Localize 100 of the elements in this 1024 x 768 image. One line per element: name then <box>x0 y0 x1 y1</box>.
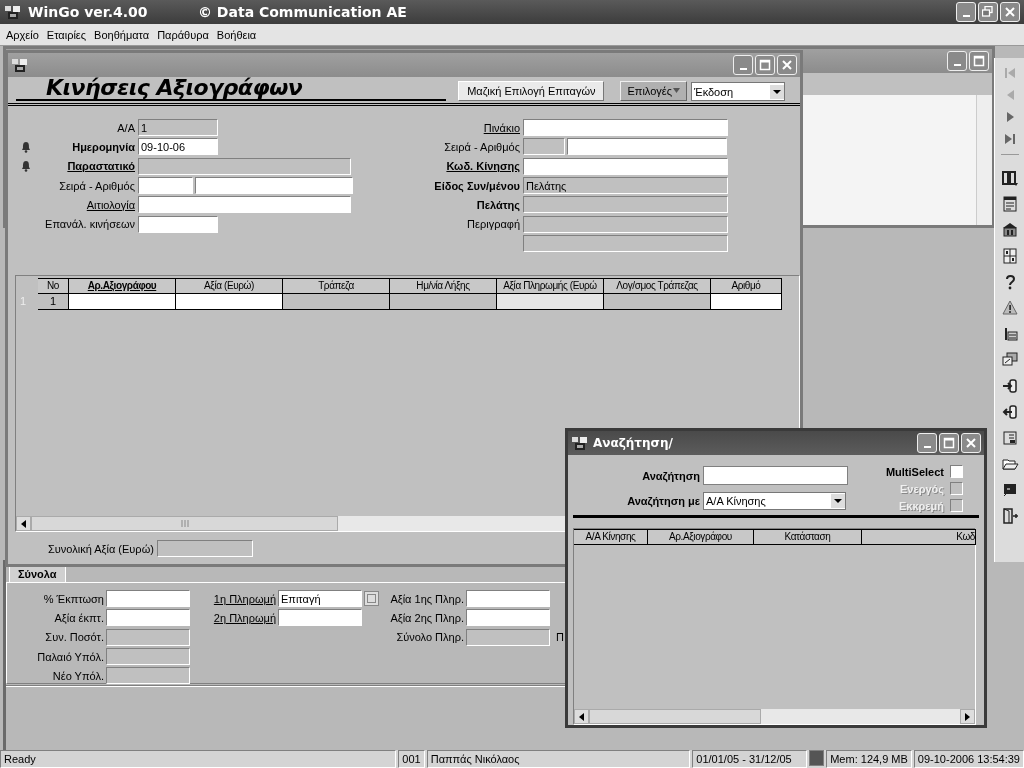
input-field[interactable] <box>466 628 550 646</box>
maximize-button[interactable] <box>755 55 775 75</box>
scrollbar[interactable] <box>574 709 975 724</box>
bell-icon <box>21 140 31 153</box>
mass-select-button[interactable]: Μαζική Επιλογή Επιταγών <box>458 81 605 101</box>
column-header[interactable]: No <box>38 278 69 295</box>
print-select[interactable]: Έκδοση <box>691 82 785 101</box>
column-header[interactable]: Αξία Πληρωμής (Ευρώ <box>497 278 604 295</box>
input-field[interactable] <box>138 177 193 195</box>
search-field[interactable] <box>703 466 848 485</box>
door-icon[interactable] <box>1001 507 1019 525</box>
close-button[interactable] <box>777 55 797 75</box>
column-header[interactable]: Λογ/σμος Τράπεζας <box>604 278 711 295</box>
input-field[interactable] <box>106 648 190 666</box>
close-button[interactable] <box>961 433 981 453</box>
input-field[interactable] <box>138 157 351 175</box>
column-header[interactable]: Κατάσταση <box>754 529 862 545</box>
column-header[interactable]: Α/Α Κίνησης <box>574 529 648 545</box>
form-heading: Κινήσεις Αξιογράφων <box>16 77 446 101</box>
field-label: Σειρά - Αριθμός <box>443 140 520 153</box>
restore-button[interactable] <box>978 2 998 22</box>
input-field[interactable] <box>523 157 728 175</box>
field-label: Συνολική Αξία (Ευρώ) <box>48 542 154 555</box>
app-subtitle: © Data Communication AE <box>198 4 407 20</box>
input-field[interactable] <box>523 215 728 233</box>
list-icon[interactable] <box>1001 195 1019 213</box>
options-button[interactable]: Επιλογές <box>620 81 687 101</box>
input-field[interactable] <box>195 177 353 195</box>
enter-icon[interactable] <box>1001 377 1019 395</box>
input-field[interactable]: 09-10-06 <box>138 138 218 156</box>
field-link[interactable]: Πινάκιο <box>425 121 520 134</box>
field-label: Α/Α <box>116 121 135 134</box>
building-icon[interactable] <box>1001 221 1019 239</box>
field-link[interactable]: 2η Πληρωμή <box>212 611 276 624</box>
lookup-button[interactable] <box>364 591 379 607</box>
field-link[interactable]: Κωδ. Κίνησης <box>425 160 520 173</box>
caret-icon <box>770 84 784 99</box>
maximize-icon <box>973 55 985 67</box>
minimize-button[interactable] <box>956 2 976 22</box>
search-by-select[interactable]: Α/Α Κίνησης <box>703 491 846 510</box>
checkbox-label: Ενεργός <box>898 482 944 495</box>
column-header[interactable]: Αριθμό <box>711 278 782 295</box>
field-link[interactable]: Παραστατικό <box>39 160 135 173</box>
calculator-icon[interactable] <box>1001 247 1019 265</box>
field-label: Αξία έκπτ. <box>53 611 104 624</box>
input-field[interactable] <box>106 609 190 627</box>
field-label: Παλαιό Υπόλ. <box>36 650 104 663</box>
input-field[interactable] <box>523 138 565 156</box>
maximize-button[interactable] <box>939 433 959 453</box>
input-field[interactable] <box>523 119 728 137</box>
scrollbar[interactable] <box>976 95 992 225</box>
field-label: Αναζήτηση με <box>626 494 700 507</box>
field-link[interactable]: 1η Πληρωμή <box>212 592 276 605</box>
menu-item[interactable]: Αρχείο <box>2 28 43 41</box>
input-field[interactable] <box>523 196 728 214</box>
input-field[interactable] <box>567 138 727 156</box>
table-cell[interactable] <box>69 294 176 311</box>
input-field[interactable] <box>106 590 190 608</box>
table-cell[interactable] <box>711 294 782 311</box>
grip-icon <box>180 520 189 528</box>
field-label: Συν. Ποσότ. <box>44 631 104 644</box>
close-button[interactable] <box>1000 2 1020 22</box>
minimize-button[interactable] <box>733 55 753 75</box>
input-field[interactable] <box>106 667 190 685</box>
column-header[interactable]: Ημ/νία Λήξης <box>390 278 497 295</box>
field-link[interactable]: Αιτιολογία <box>39 198 135 211</box>
input-field[interactable]: Πελάτης <box>523 177 728 195</box>
input-field[interactable] <box>466 590 550 608</box>
status-text: 09-10-2006 13:54:39 <box>913 750 1024 768</box>
menu-item[interactable]: Βοήθεια <box>212 28 261 41</box>
minimize-button[interactable] <box>947 51 967 71</box>
menu-item[interactable]: Εταιρίες <box>42 28 91 41</box>
menu-item[interactable]: Παράθυρα <box>153 28 213 41</box>
field-label: Είδος Συν/μένου <box>433 179 520 192</box>
input-field[interactable] <box>278 609 362 627</box>
exit-icon[interactable] <box>1001 403 1019 421</box>
table-cell[interactable] <box>176 294 283 311</box>
maximize-icon <box>759 59 771 71</box>
column-header[interactable]: Αρ.Αξιογράφου <box>648 529 754 545</box>
status-text: 01/01/05 - 31/12/05 <box>692 750 808 768</box>
input-field[interactable] <box>138 196 351 214</box>
input-field[interactable] <box>523 234 728 252</box>
column-header[interactable]: Αρ.Αξιογράφου <box>69 278 176 295</box>
warning-icon[interactable] <box>1001 299 1019 317</box>
input-field[interactable] <box>138 215 218 233</box>
input-field[interactable]: 1 <box>138 119 218 137</box>
field-label: Σειρά - Αριθμός <box>58 179 135 192</box>
input-field[interactable] <box>156 540 253 558</box>
input-field[interactable] <box>106 628 190 646</box>
report-icon[interactable] <box>1001 429 1019 447</box>
column-header[interactable]: Αξία (Ευρώ) <box>176 278 283 295</box>
input-field[interactable] <box>466 609 550 627</box>
column-header[interactable]: Τράπεζα <box>283 278 390 295</box>
menu-item[interactable]: Βοηθήματα <box>90 28 154 41</box>
input-field[interactable]: Επιταγή <box>278 590 362 608</box>
columns-icon[interactable] <box>1001 169 1019 187</box>
maximize-button[interactable] <box>969 51 989 71</box>
minimize-button[interactable] <box>917 433 937 453</box>
checkbox[interactable] <box>950 465 963 478</box>
column-header[interactable]: Κωδ <box>862 529 976 545</box>
